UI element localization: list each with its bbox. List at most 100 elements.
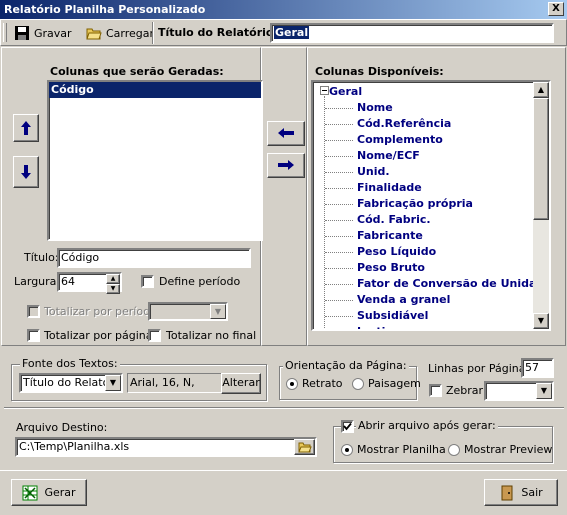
- load-label: Carregar: [106, 26, 155, 40]
- checkmark-icon: [343, 422, 352, 431]
- show-preview-radio[interactable]: [448, 444, 460, 456]
- total-period-select[interactable]: ▼: [148, 302, 228, 321]
- tree-item[interactable]: Cód.Referência: [357, 117, 451, 130]
- tree-connector: [325, 108, 353, 109]
- landscape-radio[interactable]: [352, 378, 364, 390]
- available-columns-tree[interactable]: Geral Nome Cód.Referência Complemento Nome/…: [311, 80, 551, 331]
- exit-door-icon: [501, 485, 513, 500]
- toolbar-grip: [3, 23, 7, 42]
- move-down-button[interactable]: [13, 156, 39, 188]
- tree-item[interactable]: Complemento: [357, 133, 443, 146]
- chevron-down-icon: ▼: [536, 383, 552, 399]
- load-button[interactable]: Carregar: [86, 24, 154, 42]
- portrait-label: Retrato: [302, 377, 343, 390]
- total-period-label: Totalizar por período:: [44, 305, 161, 318]
- tree-connector: [325, 124, 353, 125]
- lines-per-page-label: Linhas por Página:: [428, 362, 530, 375]
- report-title-value: Geral: [274, 26, 310, 39]
- tree-connector: [325, 300, 353, 301]
- tree-connector: [325, 156, 353, 157]
- lines-per-page-value: 57: [525, 361, 539, 374]
- close-button[interactable]: X: [548, 2, 564, 16]
- destination-input[interactable]: C:\Temp\Planilha.xls: [15, 437, 317, 457]
- save-label: Gravar: [34, 26, 72, 40]
- tree-connector: [325, 316, 353, 317]
- arrow-up-icon: [21, 121, 31, 135]
- tree-item[interactable]: Peso Líquido: [357, 245, 436, 258]
- total-end-label: Totalizar no final: [166, 329, 257, 342]
- column-title-input[interactable]: Código: [57, 248, 251, 268]
- tree-item[interactable]: Nome/ECF: [357, 149, 420, 162]
- move-up-button[interactable]: [13, 114, 39, 142]
- remove-column-button[interactable]: [267, 153, 305, 178]
- open-folder-icon: [86, 28, 102, 40]
- width-stepper[interactable]: ▲ ▼: [106, 274, 120, 294]
- tree-scrollbar[interactable]: ▲ ▼: [533, 82, 549, 329]
- landscape-label: Paisagem: [368, 377, 421, 390]
- stepper-up-icon[interactable]: ▲: [106, 274, 120, 284]
- generate-button[interactable]: Gerar: [11, 479, 87, 506]
- arrow-right-icon: [278, 160, 294, 170]
- tree-root[interactable]: Geral: [329, 85, 362, 98]
- zebra-checkbox[interactable]: [429, 384, 442, 397]
- tree-connector: [325, 252, 353, 253]
- tree-item[interactable]: Fabricante: [357, 229, 423, 242]
- lines-per-page-input[interactable]: 57: [521, 358, 554, 378]
- tree-connector: [325, 188, 353, 189]
- tree-item[interactable]: Subsidiável: [357, 309, 428, 322]
- arrow-left-icon: [278, 128, 294, 138]
- tree-item[interactable]: Peso Bruto: [357, 261, 425, 274]
- tree-connector: [325, 268, 353, 269]
- tree-connector: [325, 220, 353, 221]
- tree-item[interactable]: Venda a granel: [357, 293, 450, 306]
- chevron-down-icon: ▼: [210, 304, 226, 319]
- exit-label: Sair: [521, 486, 543, 499]
- width-value: 64: [61, 275, 75, 288]
- open-after-checkbox[interactable]: [341, 420, 354, 433]
- change-font-label: Alterar: [222, 376, 260, 389]
- stepper-down-icon[interactable]: ▼: [106, 284, 120, 294]
- tree-item[interactable]: Unid.: [357, 165, 390, 178]
- show-sheet-radio[interactable]: [341, 444, 353, 456]
- tree-item[interactable]: Nome: [357, 101, 393, 114]
- portrait-radio[interactable]: [286, 378, 298, 390]
- list-item[interactable]: Código: [49, 82, 261, 98]
- tree-connector: [325, 172, 353, 173]
- zebra-color-select[interactable]: ▼: [484, 381, 554, 401]
- tree-item[interactable]: Fator de Conversão de Unidade: [357, 277, 549, 290]
- arrow-down-icon: [21, 165, 31, 179]
- exit-button[interactable]: Sair: [484, 479, 558, 506]
- change-font-button[interactable]: Alterar: [221, 373, 261, 394]
- selected-columns-list[interactable]: Código: [47, 80, 263, 241]
- add-column-button[interactable]: [267, 121, 305, 146]
- total-page-checkbox[interactable]: [27, 329, 40, 342]
- open-after-legend: Abrir arquivo após gerar:: [356, 419, 498, 432]
- section-separator: [4, 407, 564, 409]
- font-description-text: Arial, 16, N,: [130, 376, 195, 389]
- report-title-label: Título do Relatório:: [158, 26, 278, 39]
- tree-item[interactable]: Cód. Fabric.: [357, 213, 431, 226]
- total-period-checkbox[interactable]: [27, 305, 40, 318]
- report-title-input[interactable]: Geral: [270, 23, 554, 43]
- tree-connector: [325, 284, 353, 285]
- font-target-select[interactable]: Título do Relatório ▼: [19, 373, 123, 393]
- define-period-checkbox[interactable]: [141, 275, 154, 288]
- width-label: Largura:: [14, 275, 61, 288]
- save-button[interactable]: Gravar: [14, 24, 72, 42]
- open-folder-icon: [297, 442, 312, 453]
- browse-button[interactable]: [294, 439, 315, 455]
- total-page-label: Totalizar por página: [44, 329, 153, 342]
- scroll-down-button[interactable]: ▼: [533, 313, 549, 329]
- tree-line: [324, 96, 325, 329]
- scroll-up-button[interactable]: ▲: [533, 82, 549, 98]
- available-columns-heading: Colunas Disponíveis:: [315, 65, 444, 78]
- tree-item[interactable]: Finalidade: [357, 181, 422, 194]
- font-description: Arial, 16, N,: [127, 373, 223, 393]
- tree-connector: [325, 236, 353, 237]
- tree-item[interactable]: Fabricação própria: [357, 197, 473, 210]
- total-end-checkbox[interactable]: [148, 329, 161, 342]
- orientation-legend: Orientação da Página:: [283, 359, 409, 372]
- tree-item[interactable]: Inativo: [357, 325, 400, 329]
- chevron-down-icon: ▼: [105, 375, 121, 391]
- scroll-thumb[interactable]: [533, 98, 549, 220]
